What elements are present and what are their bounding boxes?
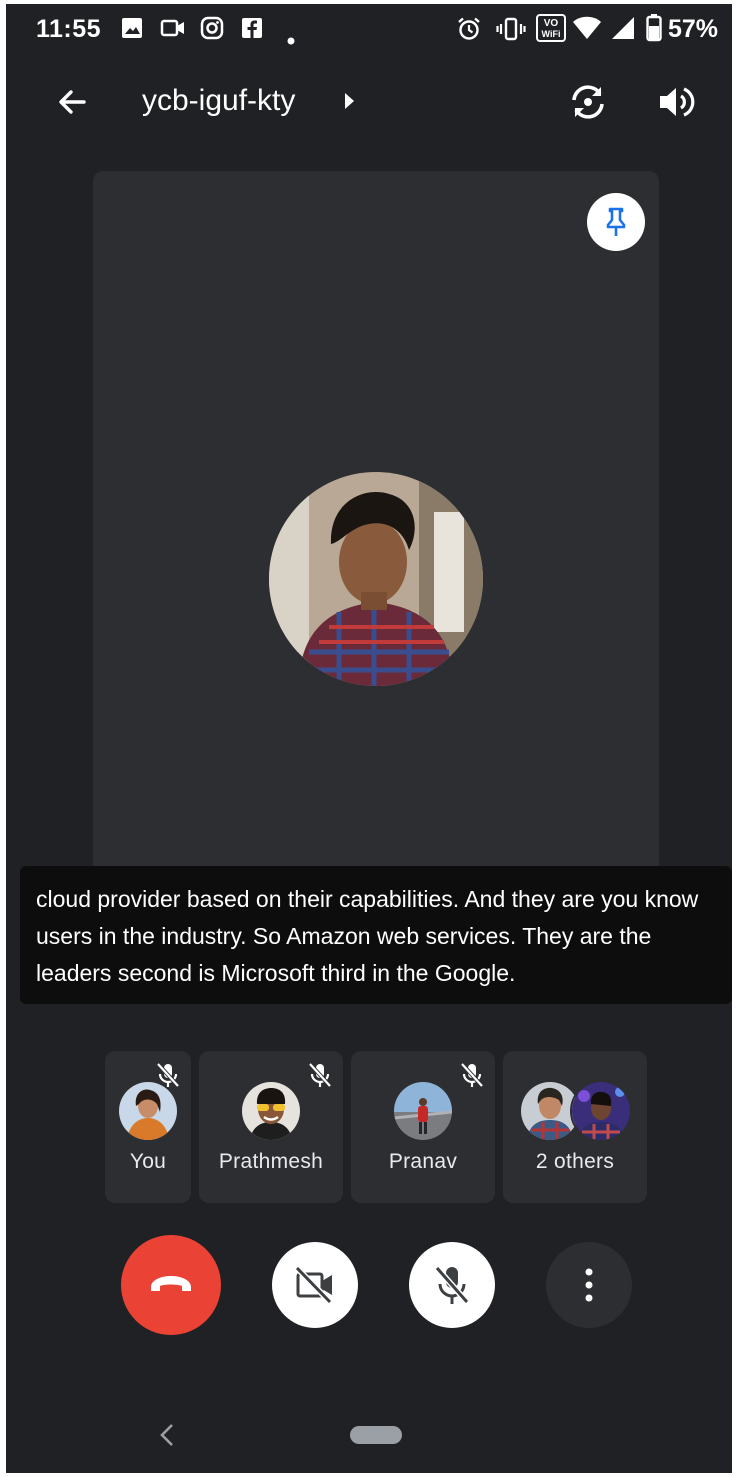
participant-name: Pranav (388, 1150, 458, 1173)
back-button[interactable] (50, 80, 94, 124)
battery-icon (646, 14, 662, 49)
nav-home-pill[interactable] (350, 1426, 402, 1444)
speaker-icon (660, 87, 695, 117)
avatar (394, 1082, 452, 1140)
avatar (119, 1082, 177, 1140)
vowifi-top-text: VO (544, 18, 559, 29)
instagram-icon (200, 16, 224, 47)
end-call-button[interactable] (121, 1235, 221, 1335)
speaker-button[interactable] (654, 80, 698, 124)
alarm-icon (456, 16, 482, 49)
participant-tile-pranav[interactable]: Pranav (351, 1051, 495, 1203)
main-speaker-tile[interactable] (93, 171, 659, 891)
pin-button[interactable] (587, 193, 645, 251)
caret-right-icon[interactable] (342, 91, 356, 116)
more-options-button[interactable] (546, 1242, 632, 1328)
dot-icon (286, 24, 296, 53)
speaker-avatar (269, 472, 483, 686)
vibrate-icon (496, 16, 526, 49)
end-call-icon (151, 1276, 191, 1291)
more-options-icon (585, 1268, 593, 1302)
participant-tile-others[interactable]: 2 others (503, 1051, 647, 1203)
participant-name: 2 others (535, 1150, 615, 1173)
participant-name: You (129, 1150, 167, 1173)
wifi-icon (572, 16, 602, 47)
pin-icon (606, 207, 626, 236)
video-call-icon (160, 16, 186, 47)
back-arrow-icon (59, 90, 86, 114)
mic-off-icon (434, 1266, 470, 1304)
meeting-code[interactable]: ycb-iguf-kty (142, 84, 295, 118)
mic-off-icon (459, 1061, 485, 1094)
live-caption: cloud provider based on their capabiliti… (20, 866, 732, 1004)
status-time: 11:55 (36, 15, 102, 43)
battery-percent: 57% (667, 15, 718, 43)
avatar (570, 1080, 632, 1142)
status-bar: 11:55 VO WiFi 57% (6, 4, 732, 52)
switch-camera-button[interactable] (566, 80, 610, 124)
camera-off-icon (294, 1265, 333, 1305)
chevron-left-icon (160, 1424, 173, 1446)
facebook-icon (240, 16, 264, 47)
gallery-icon (120, 16, 144, 47)
participant-name: Prathmesh (218, 1150, 324, 1173)
camera-toggle-button[interactable] (272, 1242, 358, 1328)
participant-tile-prathmesh[interactable]: Prathmesh (199, 1051, 343, 1203)
mic-off-icon (307, 1061, 333, 1094)
participant-tile-you[interactable]: You (105, 1051, 191, 1203)
vowifi-icon: VO WiFi (536, 14, 566, 49)
switch-camera-icon (572, 85, 604, 119)
microphone-toggle-button[interactable] (409, 1242, 495, 1328)
meet-call-screen: 11:55 VO WiFi 57% ycb-iguf-kty cloud pro… (6, 4, 732, 1473)
nav-back-button[interactable] (158, 1422, 176, 1453)
vowifi-bottom-text: WiFi (542, 29, 561, 39)
avatar (242, 1082, 300, 1140)
signal-icon (610, 16, 636, 47)
app-bar: ycb-iguf-kty (6, 64, 732, 140)
